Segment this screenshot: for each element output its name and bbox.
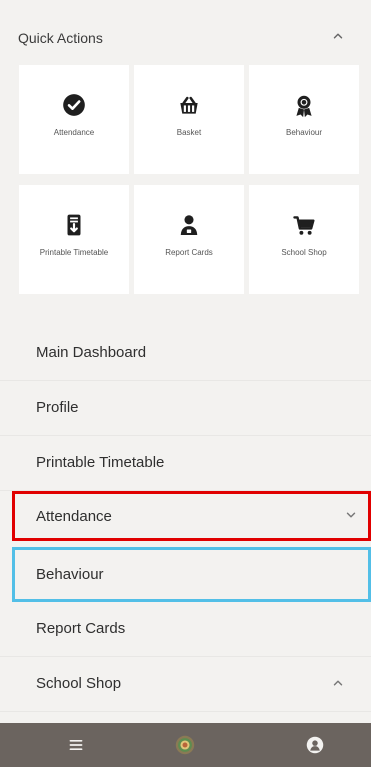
sidebar-item-main-dashboard[interactable]: Main Dashboard	[0, 326, 371, 381]
sidebar-item-label: Main Dashboard	[36, 344, 147, 361]
bottom-nav	[0, 723, 371, 767]
quick-action-label: Behaviour	[285, 128, 323, 137]
chevron-up-icon[interactable]	[331, 676, 345, 690]
cart-icon	[249, 211, 359, 239]
sidebar-item-report-cards[interactable]: Report Cards	[0, 602, 371, 657]
sidebar-item-label: Behaviour	[36, 566, 104, 583]
quick-actions-title: Quick Actions	[18, 30, 103, 46]
sidebar-item-label: Report Cards	[36, 620, 126, 637]
sidebar-item-label: Profile	[36, 399, 79, 416]
sidebar-item-school-shop[interactable]: School Shop	[0, 657, 371, 712]
printable-timetable-icon	[19, 211, 129, 239]
quick-action-school-shop[interactable]: School Shop	[249, 185, 359, 294]
menu-icon[interactable]	[56, 723, 96, 767]
quick-actions-grid: Attendance Basket Behaviour Printable Ti…	[19, 65, 359, 295]
quick-action-label: School Shop	[281, 248, 327, 257]
sidebar-item-profile[interactable]: Profile	[0, 381, 371, 436]
profile-icon[interactable]	[295, 723, 335, 767]
sidebar-item-attendance[interactable]: Attendance	[12, 491, 371, 541]
quick-action-printable-timetable[interactable]: Printable Timetable	[19, 185, 129, 294]
chevron-down-icon[interactable]	[344, 508, 358, 522]
sidebar-nav: Main Dashboard Profile Printable Timetab…	[0, 326, 371, 712]
quick-action-label: Report Cards	[165, 248, 213, 257]
basket-icon	[134, 91, 244, 119]
side-panel: Quick Actions Attendance Basket Behaviou…	[0, 0, 371, 723]
quick-action-label: Printable Timetable	[39, 248, 109, 257]
sidebar-item-label: Printable Timetable	[36, 454, 165, 471]
award-icon	[249, 91, 359, 119]
quick-action-label: Attendance	[53, 128, 95, 137]
check-circle-icon	[19, 91, 129, 119]
report-cards-icon	[134, 211, 244, 239]
school-logo-icon[interactable]	[165, 723, 205, 767]
chevron-up-icon[interactable]	[329, 27, 347, 45]
quick-actions-header[interactable]: Quick Actions	[0, 0, 371, 64]
quick-action-report-cards[interactable]: Report Cards	[134, 185, 244, 294]
sidebar-item-printable-timetable[interactable]: Printable Timetable	[0, 436, 371, 491]
quick-action-basket[interactable]: Basket	[134, 65, 244, 174]
sidebar-item-label: School Shop	[36, 675, 122, 692]
sidebar-item-behaviour[interactable]: Behaviour	[12, 547, 371, 602]
quick-action-attendance[interactable]: Attendance	[19, 65, 129, 174]
quick-action-behaviour[interactable]: Behaviour	[249, 65, 359, 174]
sidebar-item-label: Attendance	[36, 508, 112, 525]
quick-action-label: Basket	[176, 128, 202, 137]
